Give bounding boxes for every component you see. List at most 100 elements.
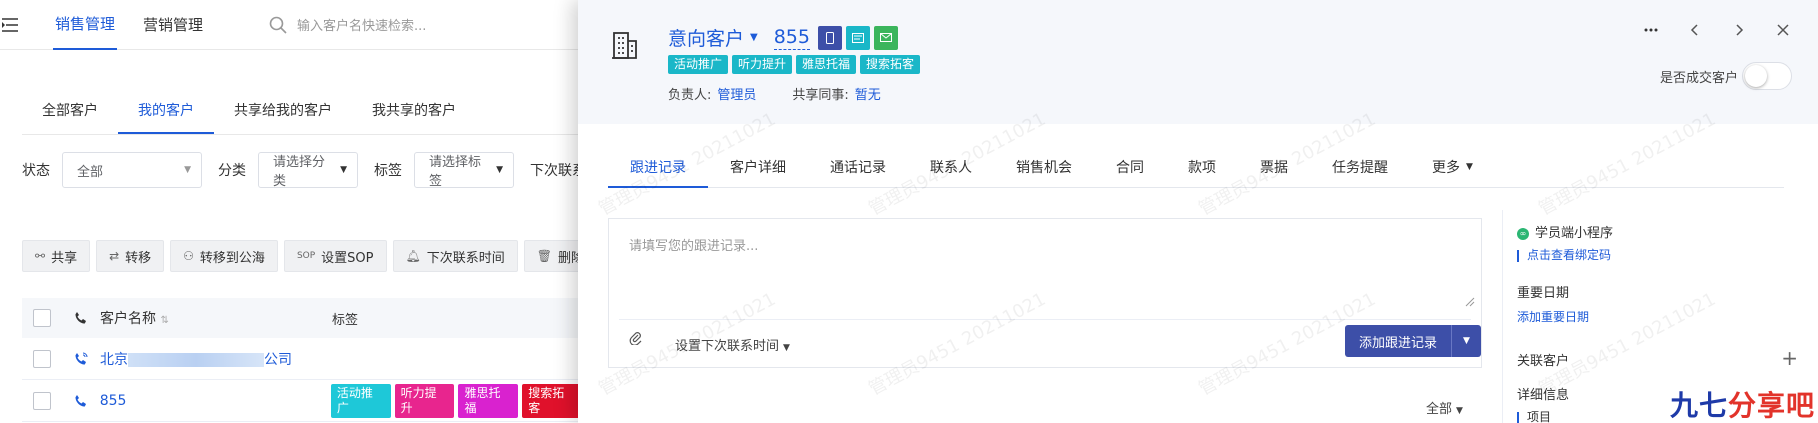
mini-program-icon: ∞ xyxy=(1517,227,1529,240)
chevron-down-icon[interactable]: ▼ xyxy=(750,32,758,43)
accent-bar xyxy=(1517,249,1519,262)
transfer-to-pool-button-label: 转移到公海 xyxy=(199,250,265,266)
tab-more-label: 更多 xyxy=(1432,160,1460,176)
tab-sales-opportunities[interactable]: 销售机会 xyxy=(994,148,1094,188)
share-colleague-value[interactable]: 暂无 xyxy=(855,84,881,103)
tab-my-customers[interactable]: 我的客户 xyxy=(118,100,214,134)
records-filter[interactable]: 全部 ▼ xyxy=(1426,398,1463,417)
mobile-icon[interactable] xyxy=(817,25,842,50)
set-next-contact-time-label: 设置下次联系时间 xyxy=(675,339,780,354)
column-customer-name[interactable]: 客户名称 ⇅ xyxy=(100,308,332,328)
resize-handle-icon[interactable] xyxy=(1465,297,1475,307)
tab-more[interactable]: 更多 ▼ xyxy=(1410,148,1495,188)
table-row[interactable]: 北京 公司 xyxy=(22,338,582,380)
divider xyxy=(22,134,582,135)
tab-task-reminders[interactable]: 任务提醒 xyxy=(1310,148,1410,188)
share-icon: ⚯ xyxy=(35,249,46,263)
attachment-icon[interactable] xyxy=(629,331,643,349)
detail-info-title: 详细信息 xyxy=(1517,388,1570,403)
next-contact-time-button[interactable]: 🔔︎ 下次联系时间 xyxy=(392,240,518,272)
tag-badge: 雅思托福 xyxy=(796,55,857,74)
add-follow-up-dropdown[interactable]: ▼ xyxy=(1451,325,1481,357)
divider xyxy=(619,319,1471,320)
records-filter-label: 全部 xyxy=(1426,402,1453,417)
chevron-down-icon: ▼ xyxy=(783,343,790,353)
nav-sales-management[interactable]: 销售管理 xyxy=(53,0,118,50)
add-follow-up-button[interactable]: 添加跟进记录 xyxy=(1345,325,1451,357)
nav-marketing-management[interactable]: 营销管理 xyxy=(141,0,205,50)
status-label: 状态 xyxy=(22,163,50,179)
drawer-header: 意向客户 ▼ 855 活动推广 听力提升 雅思托福 搜索拓客 负责人: 管理员 … xyxy=(578,0,1818,124)
tag-badge: 听力提升 xyxy=(394,383,455,418)
tag-select-value: 请选择标签 xyxy=(429,155,482,189)
set-next-contact-time[interactable]: 设置下次联系时间 ▼ xyxy=(675,335,790,354)
tab-contacts[interactable]: 联系人 xyxy=(908,148,994,188)
chevron-right-icon[interactable] xyxy=(1732,22,1746,41)
transfer-icon: ⇄ xyxy=(109,249,120,263)
owner-value[interactable]: 管理员 xyxy=(717,84,756,103)
message-icon[interactable] xyxy=(845,25,870,50)
close-icon[interactable] xyxy=(1776,22,1790,41)
table-row[interactable]: 855 活动推广 听力提升 雅思托福 搜索拓客 xyxy=(22,380,582,422)
tag-badge: 活动推广 xyxy=(668,55,729,74)
tab-shared-to-me[interactable]: 共享给我的客户 xyxy=(214,100,352,134)
tag-label: 标签 xyxy=(374,163,402,179)
category-select[interactable]: 请选择分类 ▼ xyxy=(258,152,358,189)
chevron-left-icon[interactable] xyxy=(1688,22,1702,41)
status-select-value: 全部 xyxy=(77,164,104,180)
sop-icon: SOP xyxy=(296,251,316,261)
customer-stage-select[interactable]: 意向客户 xyxy=(668,24,744,51)
customer-name-suffix: 公司 xyxy=(264,351,292,368)
column-tags: 标签 xyxy=(332,312,359,328)
status-select[interactable]: 全部 ▼ xyxy=(62,152,202,188)
call-icon[interactable] xyxy=(62,352,100,366)
add-important-date-link[interactable]: 添加重要日期 xyxy=(1517,308,1589,325)
tab-contracts[interactable]: 合同 xyxy=(1094,148,1166,188)
customer-name-prefix: 北京 xyxy=(100,351,128,368)
deal-customer-label: 是否成交客户 xyxy=(1659,70,1738,86)
sort-icon[interactable]: ⇅ xyxy=(160,315,168,326)
customer-name-link[interactable]: 855 xyxy=(100,393,331,409)
phone-icon xyxy=(62,311,100,325)
tab-all-customers[interactable]: 全部客户 xyxy=(22,100,118,134)
tag-select[interactable]: 请选择标签 ▼ xyxy=(414,152,514,189)
set-sop-button[interactable]: SOP 设置SOP xyxy=(283,240,387,272)
tab-payments[interactable]: 款项 xyxy=(1166,148,1238,188)
chevron-down-icon: ▼ xyxy=(1456,406,1463,416)
add-related-customer-icon[interactable]: + xyxy=(1781,348,1798,368)
logo-text-part2: 分享吧 xyxy=(1728,389,1816,422)
menu-collapse-icon[interactable] xyxy=(0,17,40,32)
tab-shared-by-me[interactable]: 我共享的客户 xyxy=(352,100,476,134)
phone-icon[interactable] xyxy=(62,394,100,408)
customer-name-link[interactable]: 北京 公司 xyxy=(100,349,332,369)
customer-scope-tabs: 全部客户 我的客户 共享给我的客户 我共享的客户 xyxy=(22,94,476,134)
customer-name[interactable]: 855 xyxy=(773,25,810,50)
row-checkbox[interactable] xyxy=(33,349,51,368)
view-bind-code-link[interactable]: 点击查看绑定码 xyxy=(1517,246,1611,263)
accent-bar xyxy=(1517,411,1519,423)
tab-customer-details[interactable]: 客户详细 xyxy=(708,148,808,188)
tab-follow-up-records[interactable]: 跟进记录 xyxy=(608,148,708,188)
row-checkbox[interactable] xyxy=(32,391,51,410)
tab-call-records[interactable]: 通话记录 xyxy=(808,148,908,188)
share-button[interactable]: ⚯ 共享 xyxy=(22,240,91,272)
follow-up-textarea[interactable]: 请填写您的跟进记录... xyxy=(609,219,1481,311)
select-all-checkbox[interactable] xyxy=(33,309,51,327)
deal-customer-switch[interactable] xyxy=(1742,62,1792,90)
more-dots-icon[interactable] xyxy=(1644,22,1658,41)
search-input[interactable]: 输入客户名快速检索... xyxy=(297,15,426,34)
drawer-title: 意向客户 ▼ 855 xyxy=(668,24,902,51)
tab-invoices[interactable]: 票据 xyxy=(1238,148,1310,188)
share-colleague-label: 共享同事: xyxy=(792,88,849,103)
mini-program-section: ∞ 学员端小程序 xyxy=(1517,222,1613,241)
project-field: 项目 xyxy=(1517,408,1551,423)
quick-search[interactable]: 输入客户名快速检索... xyxy=(269,15,426,34)
transfer-button[interactable]: ⇄ 转移 xyxy=(96,240,165,272)
customer-detail-drawer: 意向客户 ▼ 855 活动推广 听力提升 雅思托福 搜索拓客 负责人: 管理员 … xyxy=(578,0,1818,423)
mail-icon[interactable] xyxy=(873,25,898,50)
transfer-to-pool-button[interactable]: ⚇ 转移到公海 xyxy=(170,240,278,272)
redacted-text xyxy=(128,352,264,367)
owner-label: 负责人: xyxy=(668,88,712,103)
chevron-down-icon: ▼ xyxy=(1466,162,1473,172)
trash-icon: 🗑︎ xyxy=(536,249,552,263)
